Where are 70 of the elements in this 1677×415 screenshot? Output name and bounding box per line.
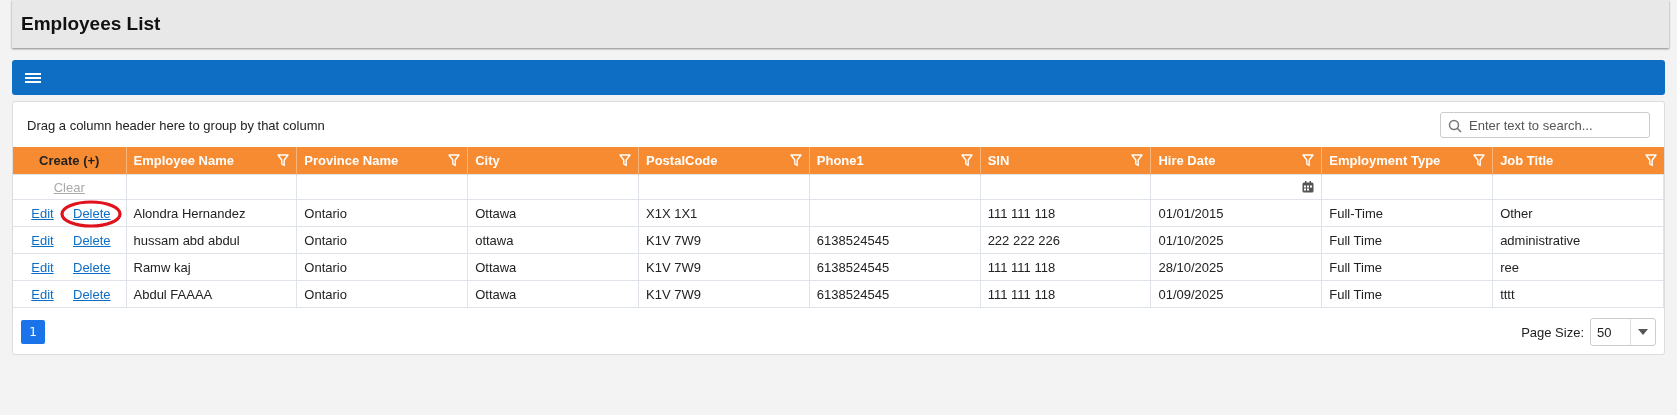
column-header[interactable]: Phone1 [809,147,981,175]
column-header[interactable]: Employee Name [126,147,297,175]
column-header[interactable]: Job Title [1492,147,1664,175]
table-cell: 111 111 118 [987,286,1056,302]
column-header[interactable]: PostalCode [638,147,810,175]
table-cell: K1V 7W9 [646,232,701,248]
table-cell: administrative [1500,232,1581,248]
edit-link[interactable]: Edit [20,232,65,248]
table-cell: hussam abd abdul [133,232,240,248]
edit-link[interactable]: Edit [20,259,65,275]
table-cell: 01/10/2025 [1158,232,1224,248]
table-cell: ottawa [475,232,514,248]
table-cell: 6138524545 [816,286,890,302]
table-cell: tttt [1500,286,1515,302]
table-cell: 28/10/2025 [1158,259,1224,275]
calendar-icon[interactable] [1302,181,1315,193]
page-size-label: Page Size: [1521,324,1584,340]
table-cell: Ontario [304,286,347,302]
table-cell: Full Time [1329,259,1383,275]
table-cell: Alondra Hernandez [133,205,246,221]
clear-link[interactable]: Clear [53,179,85,195]
filter-icon[interactable] [1302,154,1315,167]
table-cell: Ottawa [475,259,517,275]
menu-icon[interactable] [25,71,41,84]
table-cell: 111 111 118 [987,259,1056,275]
table-cell: Abdul FAAAA [133,286,213,302]
table-cell: 6138524545 [816,259,890,275]
delete-link[interactable]: Delete [73,286,111,302]
table-cell: Full Time [1329,286,1383,302]
table-cell: 01/01/2015 [1158,205,1224,221]
table-cell: Ramw kaj [133,259,191,275]
filter-icon[interactable] [277,154,290,167]
table-cell: ree [1500,259,1519,275]
table-cell: Ontario [304,232,347,248]
table-cell: Full-Time [1329,205,1383,221]
filter-icon[interactable] [1131,154,1144,167]
page-size-dropdown[interactable]: 50 [1590,318,1656,346]
delete-link[interactable]: Delete [73,232,111,248]
edit-link[interactable]: Edit [20,286,65,302]
filter-icon[interactable] [1473,154,1486,167]
edit-link[interactable]: Edit [20,205,65,221]
page-button[interactable]: 1 [21,320,45,344]
column-header[interactable]: Employment Type [1321,147,1493,175]
column-header[interactable]: Hire Date [1150,147,1322,175]
filter-icon[interactable] [960,154,973,167]
column-header[interactable]: City [467,147,639,175]
table-cell: Ontario [304,259,347,275]
table-cell: K1V 7W9 [646,259,701,275]
table-cell: Ottawa [475,205,517,221]
filter-icon[interactable] [1644,154,1657,167]
column-header[interactable]: SIN [980,147,1151,175]
table-cell: K1V 7W9 [646,286,701,302]
table-cell: Ottawa [475,286,517,302]
table-cell: 01/09/2025 [1158,286,1224,302]
page-title: Employees List [21,13,161,35]
table-cell: Other [1500,205,1533,221]
table-cell: 6138524545 [816,232,890,248]
filter-icon[interactable] [789,154,802,167]
group-panel-text: Drag a column header here to group by that column [27,117,325,133]
table-cell: Full Time [1329,232,1383,248]
table-cell: Ontario [304,205,347,221]
delete-link[interactable]: Delete [73,259,111,275]
table-cell: 111 111 118 [987,205,1056,221]
search-field[interactable]: Enter text to search... [1440,112,1650,138]
filter-icon[interactable] [619,154,631,167]
column-header[interactable]: Province Name [296,147,468,175]
filter-icon[interactable] [448,154,461,167]
table-cell: X1X 1X1 [646,205,698,221]
caret-icon [1638,329,1648,335]
table-cell: 222 222 226 [987,232,1060,248]
